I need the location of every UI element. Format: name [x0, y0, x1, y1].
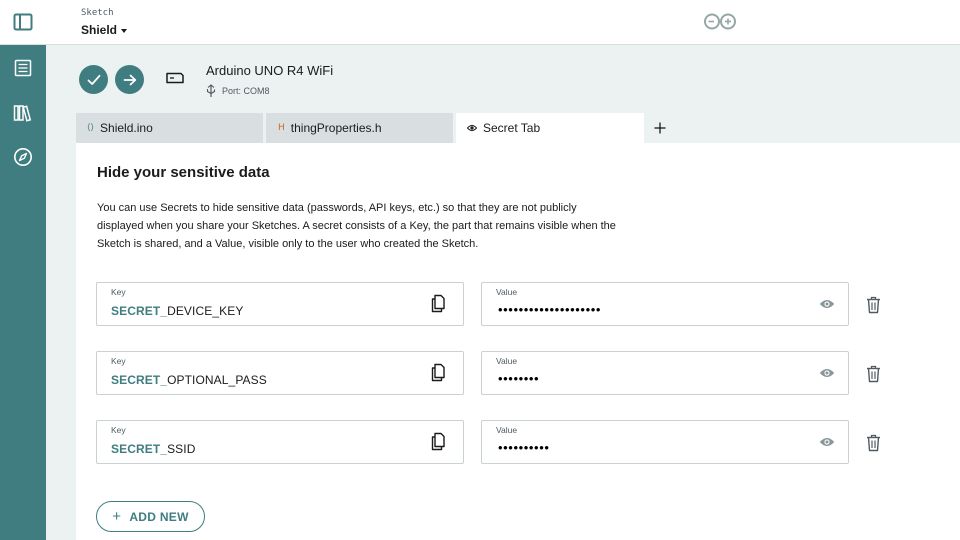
libraries-icon	[13, 105, 32, 122]
key-label: Key	[111, 287, 126, 297]
secret-prefix: SECRET_	[111, 373, 168, 387]
plus-icon	[654, 122, 666, 134]
tab-thingproperties-h[interactable]: H thingProperties.h	[266, 113, 453, 143]
plus-icon: +	[112, 508, 122, 525]
key-label: Key	[111, 425, 126, 435]
secret-key-name: SSID	[167, 442, 196, 456]
arduino-logo	[704, 13, 736, 30]
secret-prefix: SECRET_	[111, 442, 168, 456]
secret-key-name: OPTIONAL_PASS	[167, 373, 267, 387]
top-header: Sketch Shield	[46, 0, 960, 45]
code-file-icon: ⟨⟩	[87, 123, 95, 133]
copy-icon[interactable]	[431, 363, 447, 382]
secret-value-masked: ••••••••••	[498, 440, 550, 455]
compass-icon	[14, 148, 32, 166]
tab-secret[interactable]: Secret Tab	[456, 113, 644, 143]
secret-value-field[interactable]: Value ••••••••	[481, 351, 849, 395]
secret-key-text: SECRET_DEVICE_KEY	[111, 304, 243, 318]
usb-icon	[206, 84, 216, 97]
sketchbook-list-icon	[14, 59, 32, 77]
trash-icon	[866, 365, 880, 383]
verify-button[interactable]	[79, 65, 108, 94]
tab-label: thingProperties.h	[290, 121, 382, 135]
delete-button[interactable]	[864, 433, 882, 453]
delete-button[interactable]	[864, 364, 882, 384]
secret-value-masked: ••••••••	[498, 371, 540, 386]
port-info: Port: COM8	[206, 84, 270, 98]
secret-key-field[interactable]: Key SECRET_OPTIONAL_PASS	[96, 351, 464, 395]
secrets-description: You can use Secrets to hide sensitive da…	[97, 202, 616, 250]
sketch-label: Sketch	[81, 8, 114, 18]
sketchbook-button[interactable]	[0, 50, 46, 86]
reference-button[interactable]	[0, 139, 46, 175]
eye-icon	[467, 125, 477, 131]
secret-prefix: SECRET_	[111, 304, 168, 318]
sidebar-toggle-button[interactable]	[0, 0, 46, 45]
secret-key-field[interactable]: Key SECRET_DEVICE_KEY	[96, 282, 464, 326]
copy-icon[interactable]	[431, 432, 447, 451]
page-title: Hide your sensitive data	[97, 164, 270, 181]
libraries-button[interactable]	[0, 95, 46, 131]
value-label: Value	[496, 287, 518, 297]
sidebar-toggle-icon	[13, 13, 33, 31]
secret-key-field[interactable]: Key SECRET_SSID	[96, 420, 464, 464]
secret-value-field[interactable]: Value ••••••••••••••••••••	[481, 282, 849, 326]
tab-shield-ino[interactable]: ⟨⟩ Shield.ino	[76, 113, 263, 143]
port-label: Port: COM8	[222, 86, 270, 96]
header-file-icon: H	[278, 123, 285, 133]
upload-button[interactable]	[115, 65, 144, 94]
eye-icon[interactable]	[819, 367, 835, 379]
board-name[interactable]: Arduino UNO R4 WiFi	[206, 63, 333, 78]
add-tab-button[interactable]	[651, 118, 669, 138]
checkmark-icon	[87, 74, 100, 85]
sketch-selector[interactable]: Shield	[81, 23, 128, 37]
add-new-button[interactable]: + ADD NEW	[96, 501, 205, 532]
tab-label: Secret Tab	[483, 121, 541, 135]
secret-key-text: SECRET_OPTIONAL_PASS	[111, 373, 267, 387]
delete-button[interactable]	[864, 295, 882, 315]
trash-icon	[866, 296, 880, 314]
value-label: Value	[496, 425, 518, 435]
secret-value-field[interactable]: Value ••••••••••	[481, 420, 849, 464]
value-label: Value	[496, 356, 518, 366]
trash-icon	[866, 434, 880, 452]
chevron-down-icon	[121, 28, 128, 33]
arrow-right-icon	[123, 74, 136, 85]
secrets-panel: Hide your sensitive data You can use Sec…	[76, 143, 960, 540]
eye-icon[interactable]	[819, 436, 835, 448]
sketch-name: Shield	[81, 23, 118, 37]
board-icon[interactable]	[165, 70, 185, 86]
eye-icon[interactable]	[819, 298, 835, 310]
add-new-label: ADD NEW	[129, 509, 189, 524]
key-label: Key	[111, 356, 126, 366]
copy-icon[interactable]	[431, 294, 447, 313]
left-rail	[0, 0, 46, 540]
secret-key-name: DEVICE_KEY	[167, 304, 244, 318]
secret-value-masked: ••••••••••••••••••••	[498, 302, 602, 317]
secret-key-text: SECRET_SSID	[111, 442, 195, 456]
tab-label: Shield.ino	[100, 121, 153, 135]
